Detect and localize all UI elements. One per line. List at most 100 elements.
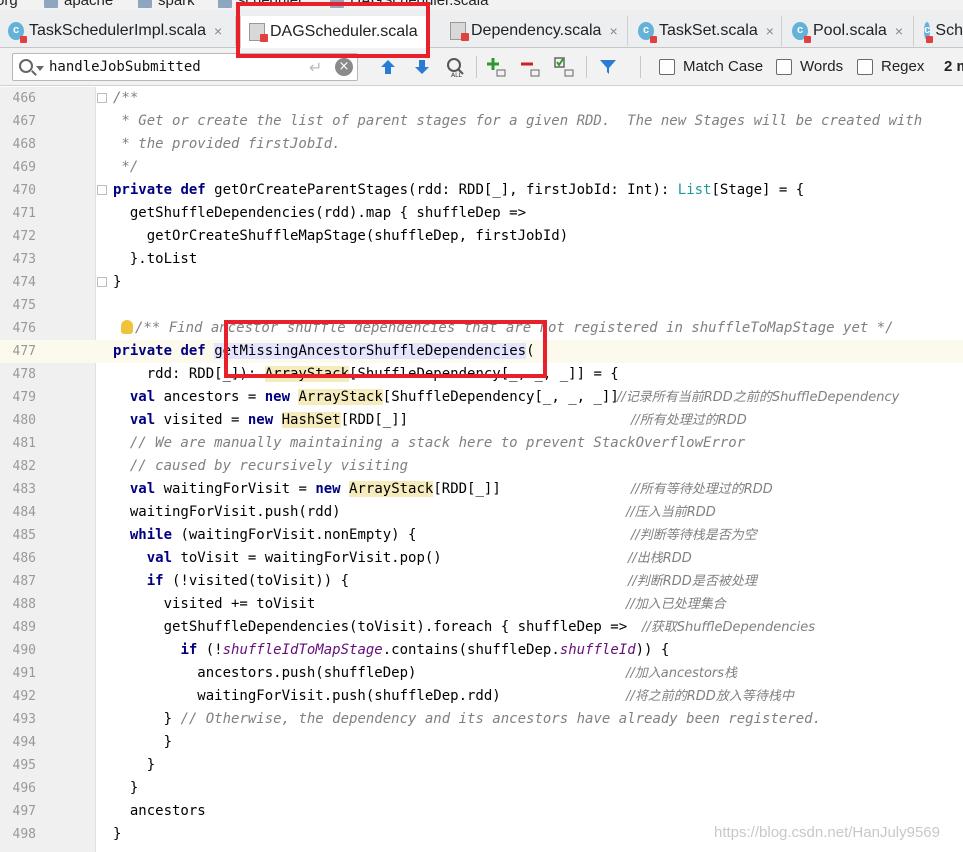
tab-taskschedulerimpl[interactable]: c TaskSchedulerImpl.scala ×	[0, 16, 236, 46]
add-occurrence-button[interactable]	[484, 56, 508, 78]
close-icon[interactable]: ×	[609, 23, 617, 39]
regex-checkbox[interactable]: Regex	[857, 58, 924, 75]
search-icon[interactable]	[19, 59, 33, 73]
line-number: 497	[12, 804, 36, 819]
code-line[interactable]: 475	[0, 294, 963, 317]
breadcrumb-item[interactable]: spark	[158, 0, 195, 9]
code-line[interactable]: 497 ancestors	[0, 800, 963, 823]
code-text: }	[113, 826, 122, 842]
code-line[interactable]: 481 // We are manually maintaining a sta…	[0, 432, 963, 455]
intention-bulb-icon[interactable]	[121, 320, 133, 334]
select-all-occurrences-button[interactable]	[552, 56, 576, 78]
code-line[interactable]: 471 getShuffleDependencies(rdd).map { sh…	[0, 202, 963, 225]
search-history-dropdown-icon[interactable]	[36, 66, 44, 71]
code-line[interactable]: 482 // caused by recursively visiting	[0, 455, 963, 478]
match-case-checkbox[interactable]: Match Case	[659, 58, 763, 75]
tab-taskset[interactable]: c TaskSet.scala ×	[630, 16, 782, 46]
checkbox-label: Words	[800, 58, 844, 75]
code-comment: //加入ancestors栈	[626, 666, 738, 681]
remove-occurrence-button[interactable]	[518, 56, 542, 78]
previous-occurrence-button[interactable]	[376, 56, 400, 78]
line-number: 480	[12, 413, 36, 428]
code-line[interactable]: 472 getOrCreateShuffleMapStage(shuffleDe…	[0, 225, 963, 248]
code-comment: //将之前的RDD放入等待栈中	[626, 689, 794, 704]
code-line[interactable]: 468 * the provided firstJobId.	[0, 133, 963, 156]
code-line[interactable]: 466 /**	[0, 87, 963, 110]
code-line[interactable]: 474}	[0, 271, 963, 294]
code-line[interactable]: 487 if (!visited(toVisit)) { //判断RDD是否被处理	[0, 570, 963, 593]
fold-icon[interactable]	[97, 185, 107, 195]
code-line[interactable]: 490 if (!shuffleIdToMapStage.contains(sh…	[0, 639, 963, 662]
breadcrumb-item[interactable]: org	[0, 0, 18, 9]
toolbar-separator	[476, 56, 477, 78]
tab-dagscheduler[interactable]: DAGScheduler.scala	[240, 16, 430, 48]
code-line[interactable]: 478 rdd: RDD[_]): ArrayStack[ShuffleDepe…	[0, 363, 963, 386]
filter-button[interactable]	[596, 56, 620, 78]
code-line[interactable]: 491 ancestors.push(shuffleDep) //加入ancest…	[0, 662, 963, 685]
code-text: /**	[113, 90, 139, 106]
code-text: }	[113, 757, 156, 773]
code-line[interactable]: 496 }	[0, 777, 963, 800]
close-icon[interactable]: ×	[766, 23, 774, 39]
code-line[interactable]: 469 */	[0, 156, 963, 179]
find-all-button[interactable]: ALL	[444, 56, 468, 78]
arrow-up-icon	[381, 60, 395, 74]
code-line-current[interactable]: 477 private def getMissingAncestorShuffle…	[0, 340, 963, 363]
tab-label: TaskSet.scala	[659, 22, 758, 39]
line-number: 470	[12, 183, 36, 198]
code-editor[interactable]: 466 /** 467 * Get or create the list of p…	[0, 87, 963, 852]
search-input[interactable]	[49, 57, 289, 77]
close-icon[interactable]: ×	[895, 23, 903, 39]
checkbox-box[interactable]	[776, 58, 792, 75]
next-occurrence-button[interactable]	[410, 56, 434, 78]
code-line[interactable]: 467 * Get or create the list of parent s…	[0, 110, 963, 133]
fold-icon[interactable]	[97, 277, 107, 287]
code-line[interactable]: 488 visited += toVisit //加入已处理集合	[0, 593, 963, 616]
toolbar-separator	[640, 56, 641, 78]
code-line[interactable]: 479 val ancestors = new ArrayStack[Shuff…	[0, 386, 963, 409]
tab-sch[interactable]: c Sch	[916, 16, 963, 46]
code-text: if (!visited(toVisit)) {	[146, 573, 350, 589]
line-number: 488	[12, 597, 36, 612]
fold-icon[interactable]	[97, 93, 107, 103]
code-line[interactable]: 489 getShuffleDependencies(toVisit).fore…	[0, 616, 963, 639]
line-number: 487	[12, 574, 36, 589]
code-line[interactable]: 494 }	[0, 731, 963, 754]
checkbox-box[interactable]	[857, 58, 873, 75]
folder-icon	[138, 0, 152, 8]
checkbox-box[interactable]	[659, 58, 675, 75]
code-line[interactable]: 480 val visited = new HashSet[RDD[_]] //所…	[0, 409, 963, 432]
clear-search-icon[interactable]: ×	[335, 58, 353, 76]
search-field[interactable]: ↵ ×	[12, 53, 358, 81]
code-line[interactable]: 493 } // Otherwise, the dependency and i…	[0, 708, 963, 731]
code-comment: //判断RDD是否被处理	[628, 574, 757, 589]
code-line[interactable]: 476 /** Find ancestor shuffle dependencie…	[0, 317, 963, 340]
code-line[interactable]: 473 }.toList	[0, 248, 963, 271]
code-line[interactable]: 484 waitingForVisit.push(rdd) //压入当前RDD	[0, 501, 963, 524]
code-line[interactable]: 495 }	[0, 754, 963, 777]
code-line[interactable]: 492 waitingForVisit.push(shuffleDep.rdd)…	[0, 685, 963, 708]
code-text: getOrCreateShuffleMapStage(shuffleDep, f…	[113, 228, 569, 244]
code-text: while (waitingForVisit.nonEmpty) {	[129, 527, 417, 543]
code-text: val toVisit = waitingForVisit.pop()	[146, 550, 442, 566]
breadcrumb-item[interactable]: DAGScheduler.scala	[350, 0, 488, 9]
breadcrumb-item[interactable]: scheduler	[238, 0, 303, 9]
breadcrumb-item[interactable]: apache	[64, 0, 113, 9]
code-line[interactable]: 483 val waitingForVisit = new ArrayStack…	[0, 478, 963, 501]
code-line[interactable]: 486 val toVisit = waitingForVisit.pop() /…	[0, 547, 963, 570]
code-line[interactable]: 485 while (waitingForVisit.nonEmpty) {//…	[0, 524, 963, 547]
code-line[interactable]: 470 private def getOrCreateParentStages(r…	[0, 179, 963, 202]
tab-dependency[interactable]: Dependency.scala ×	[442, 16, 628, 46]
tab-pool[interactable]: c Pool.scala ×	[784, 16, 914, 46]
scala-class-icon: c	[638, 22, 657, 43]
close-icon[interactable]: ×	[214, 23, 222, 39]
tab-label: Pool.scala	[813, 22, 887, 39]
code-text: }	[113, 780, 139, 796]
scala-class-icon: c	[8, 22, 27, 43]
code-comment: //所有处理过的RDD	[631, 413, 747, 428]
words-checkbox[interactable]: Words	[776, 58, 843, 75]
editor-tab-bar: c TaskSchedulerImpl.scala × DAGScheduler…	[0, 10, 963, 48]
code-text: * Get or create the list of parent stage…	[113, 113, 923, 129]
scala-class-icon: c	[924, 22, 935, 43]
code-text: getShuffleDependencies(toVisit).foreach …	[113, 619, 628, 635]
